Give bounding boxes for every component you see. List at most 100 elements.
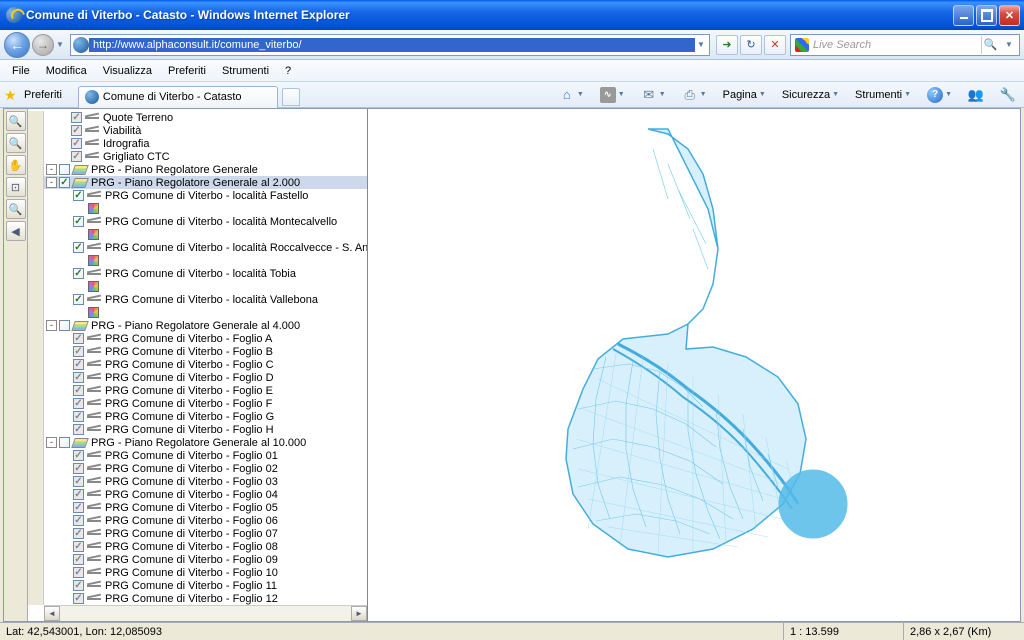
expander[interactable] [60,515,71,526]
hscroll-track[interactable] [60,606,351,621]
layer-checkbox[interactable] [73,541,84,552]
menu-file[interactable]: File [4,62,38,80]
layer-row[interactable] [44,254,367,267]
layer-row[interactable]: Grigliato CTC [44,150,367,163]
expander[interactable] [60,567,71,578]
layer-checkbox[interactable] [73,359,84,370]
url-dropdown[interactable]: ▼ [695,34,707,56]
layer-checkbox[interactable] [73,593,84,604]
layer-row[interactable]: PRG Comune di Viterbo - località Fastell… [44,189,367,202]
layer-checkbox[interactable] [59,320,70,331]
menu-preferiti[interactable]: Preferiti [160,62,214,80]
stop-button[interactable]: ✕ [764,35,786,55]
layer-checkbox[interactable] [73,333,84,344]
map-canvas[interactable] [368,109,1020,621]
layer-row[interactable] [44,280,367,293]
layer-checkbox[interactable] [73,385,84,396]
strumenti-menu[interactable]: Strumenti ▼ [851,87,915,103]
history-dropdown[interactable]: ▼ [54,34,66,56]
favorites-star-icon[interactable]: ★ [4,87,20,103]
layer-checkbox[interactable] [71,151,82,162]
layer-checkbox[interactable] [73,294,84,305]
expander[interactable]: - [46,320,57,331]
menu-help[interactable]: ? [277,62,299,80]
layer-row[interactable] [44,306,367,319]
expander[interactable] [60,489,71,500]
menu-visualizza[interactable]: Visualizza [95,62,160,80]
go-button[interactable]: ➜ [716,35,738,55]
layer-row[interactable]: PRG Comune di Viterbo - Foglio D [44,371,367,384]
layer-checkbox[interactable] [73,502,84,513]
favorites-label[interactable]: Preferiti [24,89,62,101]
tool-full-extent[interactable]: ⊡ [6,177,26,197]
layer-row[interactable]: Quote Terreno [44,111,367,124]
layer-checkbox[interactable] [59,437,70,448]
layer-checkbox[interactable] [73,580,84,591]
layer-row[interactable]: -PRG - Piano Regolatore Generale al 10.0… [44,436,367,449]
layer-row[interactable]: PRG Comune di Viterbo - Foglio B [44,345,367,358]
layer-checkbox[interactable] [73,268,84,279]
layer-row[interactable]: PRG Comune di Viterbo - Foglio 05 [44,501,367,514]
new-tab-button[interactable] [282,88,300,106]
layer-row[interactable]: PRG Comune di Viterbo - Foglio 12 [44,592,367,605]
expander[interactable] [60,372,71,383]
expander[interactable] [60,346,71,357]
expander[interactable] [60,190,71,201]
layer-vscroll[interactable] [28,111,44,605]
layer-row[interactable]: PRG Comune di Viterbo - località Vallebo… [44,293,367,306]
expander[interactable] [60,593,71,604]
expander[interactable] [58,138,69,149]
rss-button[interactable]: ∿▼ [596,85,629,105]
expander[interactable] [60,463,71,474]
layer-checkbox[interactable] [73,567,84,578]
layer-row[interactable]: PRG Comune di Viterbo - Foglio 10 [44,566,367,579]
expander[interactable] [60,216,71,227]
expander[interactable] [60,333,71,344]
layer-checkbox[interactable] [73,411,84,422]
search-dropdown[interactable]: ▼ [1003,34,1015,56]
layer-checkbox[interactable] [71,125,82,136]
layer-row[interactable]: -PRG - Piano Regolatore Generale al 4.00… [44,319,367,332]
layer-row[interactable]: PRG Comune di Viterbo - Foglio 06 [44,514,367,527]
expander[interactable] [60,450,71,461]
close-button[interactable] [999,5,1020,26]
layer-row[interactable]: Viabilità [44,124,367,137]
tool-zoom-in[interactable]: 🔍 [6,111,26,131]
layer-checkbox[interactable] [73,476,84,487]
forward-button[interactable]: → [32,34,54,56]
search-button[interactable]: 🔍 [981,36,999,54]
expander[interactable]: - [46,437,57,448]
layer-checkbox[interactable] [71,138,82,149]
layer-checkbox[interactable] [73,242,84,253]
layer-row[interactable]: PRG Comune di Viterbo - Foglio F [44,397,367,410]
layer-row[interactable]: PRG Comune di Viterbo - Foglio A [44,332,367,345]
layer-row[interactable]: PRG Comune di Viterbo - Foglio 01 [44,449,367,462]
layer-checkbox[interactable] [73,463,84,474]
menu-modifica[interactable]: Modifica [38,62,95,80]
layer-checkbox[interactable] [73,554,84,565]
sicurezza-menu[interactable]: Sicurezza ▼ [778,87,843,103]
tab-current[interactable]: Comune di Viterbo - Catasto [78,86,278,108]
maximize-button[interactable] [976,5,997,26]
layer-checkbox[interactable] [73,398,84,409]
tool-identify[interactable]: 🔍 [6,199,26,219]
expander[interactable] [58,151,69,162]
expander[interactable] [58,125,69,136]
minimize-button[interactable] [953,5,974,26]
layer-row[interactable]: -PRG - Piano Regolatore Generale [44,163,367,176]
layer-checkbox[interactable] [73,372,84,383]
tool-extra-2[interactable]: 🔧 [996,85,1020,105]
print-button[interactable]: ⎙▼ [678,85,711,105]
layer-row[interactable]: PRG Comune di Viterbo - Foglio 02 [44,462,367,475]
tool-extra-1[interactable]: 👥 [964,85,988,105]
layer-checkbox[interactable] [73,190,84,201]
search-placeholder[interactable]: Live Search [813,39,977,51]
home-button[interactable]: ⌂▼ [555,85,588,105]
hscroll-right[interactable]: ► [351,606,367,621]
layer-row[interactable]: PRG Comune di Viterbo - Foglio 09 [44,553,367,566]
layer-checkbox[interactable] [73,528,84,539]
expander[interactable] [60,385,71,396]
expander[interactable] [60,502,71,513]
expander[interactable] [60,268,71,279]
expander[interactable] [58,112,69,123]
